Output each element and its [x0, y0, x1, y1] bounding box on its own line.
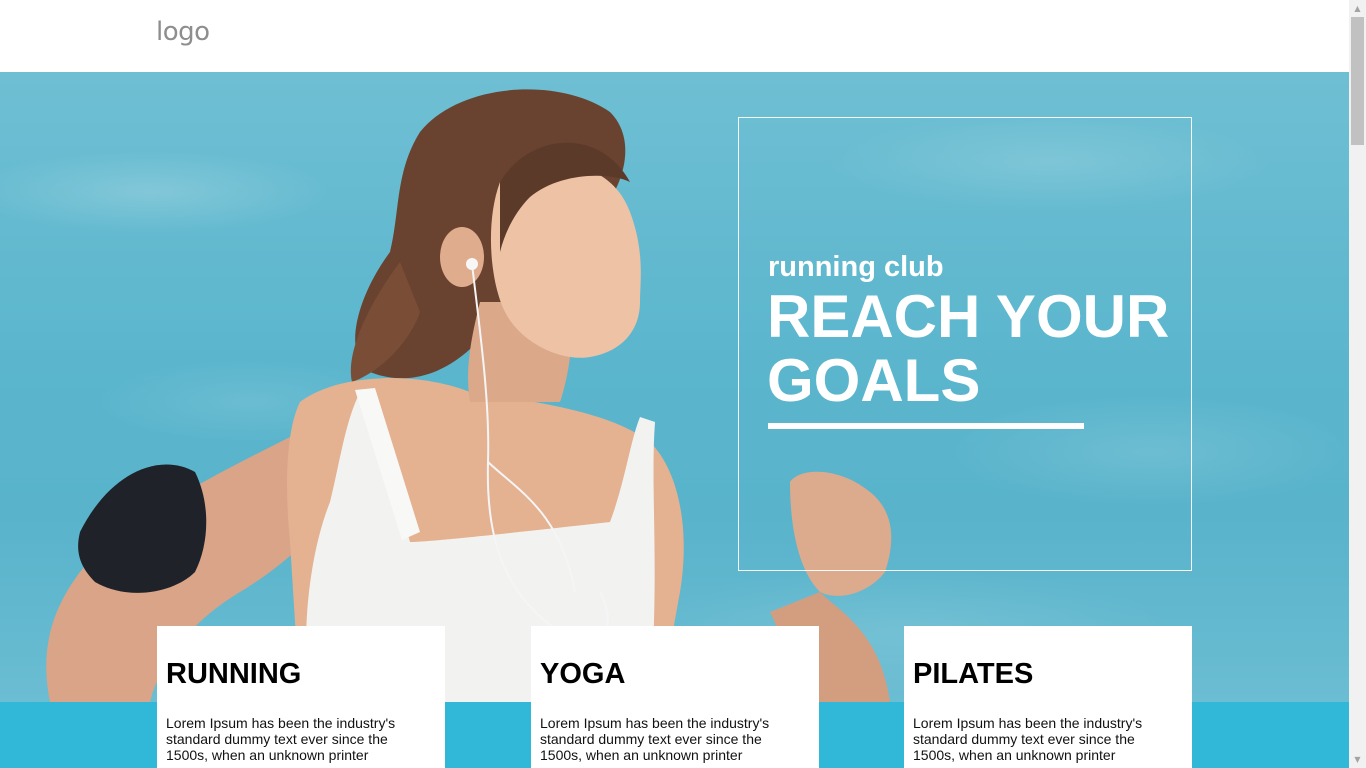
card-text: Lorem Ipsum has been the industry's stan… [540, 715, 770, 763]
page: logo running club REACH YOUR GOALS RUNNI… [0, 0, 1349, 768]
card-yoga[interactable]: YOGA Lorem Ipsum has been the industry's… [531, 626, 819, 768]
card-title: PILATES [913, 658, 1034, 690]
scroll-down-icon[interactable]: ▼ [1349, 751, 1366, 768]
runner-ear [440, 227, 484, 287]
card-text: Lorem Ipsum has been the industry's stan… [166, 715, 396, 763]
earphone-bud [466, 258, 478, 270]
scrollbar-thumb[interactable] [1351, 17, 1364, 145]
card-text: Lorem Ipsum has been the industry's stan… [913, 715, 1143, 763]
card-running[interactable]: RUNNING Lorem Ipsum has been the industr… [157, 626, 445, 768]
hero-underline [768, 423, 1084, 429]
hero-headline-box: running club REACH YOUR GOALS [738, 117, 1192, 571]
runner-armband [78, 464, 207, 593]
site-header: logo [0, 0, 1349, 72]
vertical-scrollbar[interactable]: ▲ ▼ [1349, 0, 1366, 768]
hero-banner: running club REACH YOUR GOALS [0, 72, 1349, 702]
card-title: RUNNING [166, 658, 302, 690]
hero-subtitle: running club [768, 251, 944, 283]
site-logo[interactable]: logo [156, 17, 210, 47]
card-pilates[interactable]: PILATES Lorem Ipsum has been the industr… [904, 626, 1192, 768]
hero-title: REACH YOUR GOALS [767, 283, 1170, 414]
card-title: YOGA [540, 658, 626, 690]
scroll-up-icon[interactable]: ▲ [1349, 0, 1366, 17]
